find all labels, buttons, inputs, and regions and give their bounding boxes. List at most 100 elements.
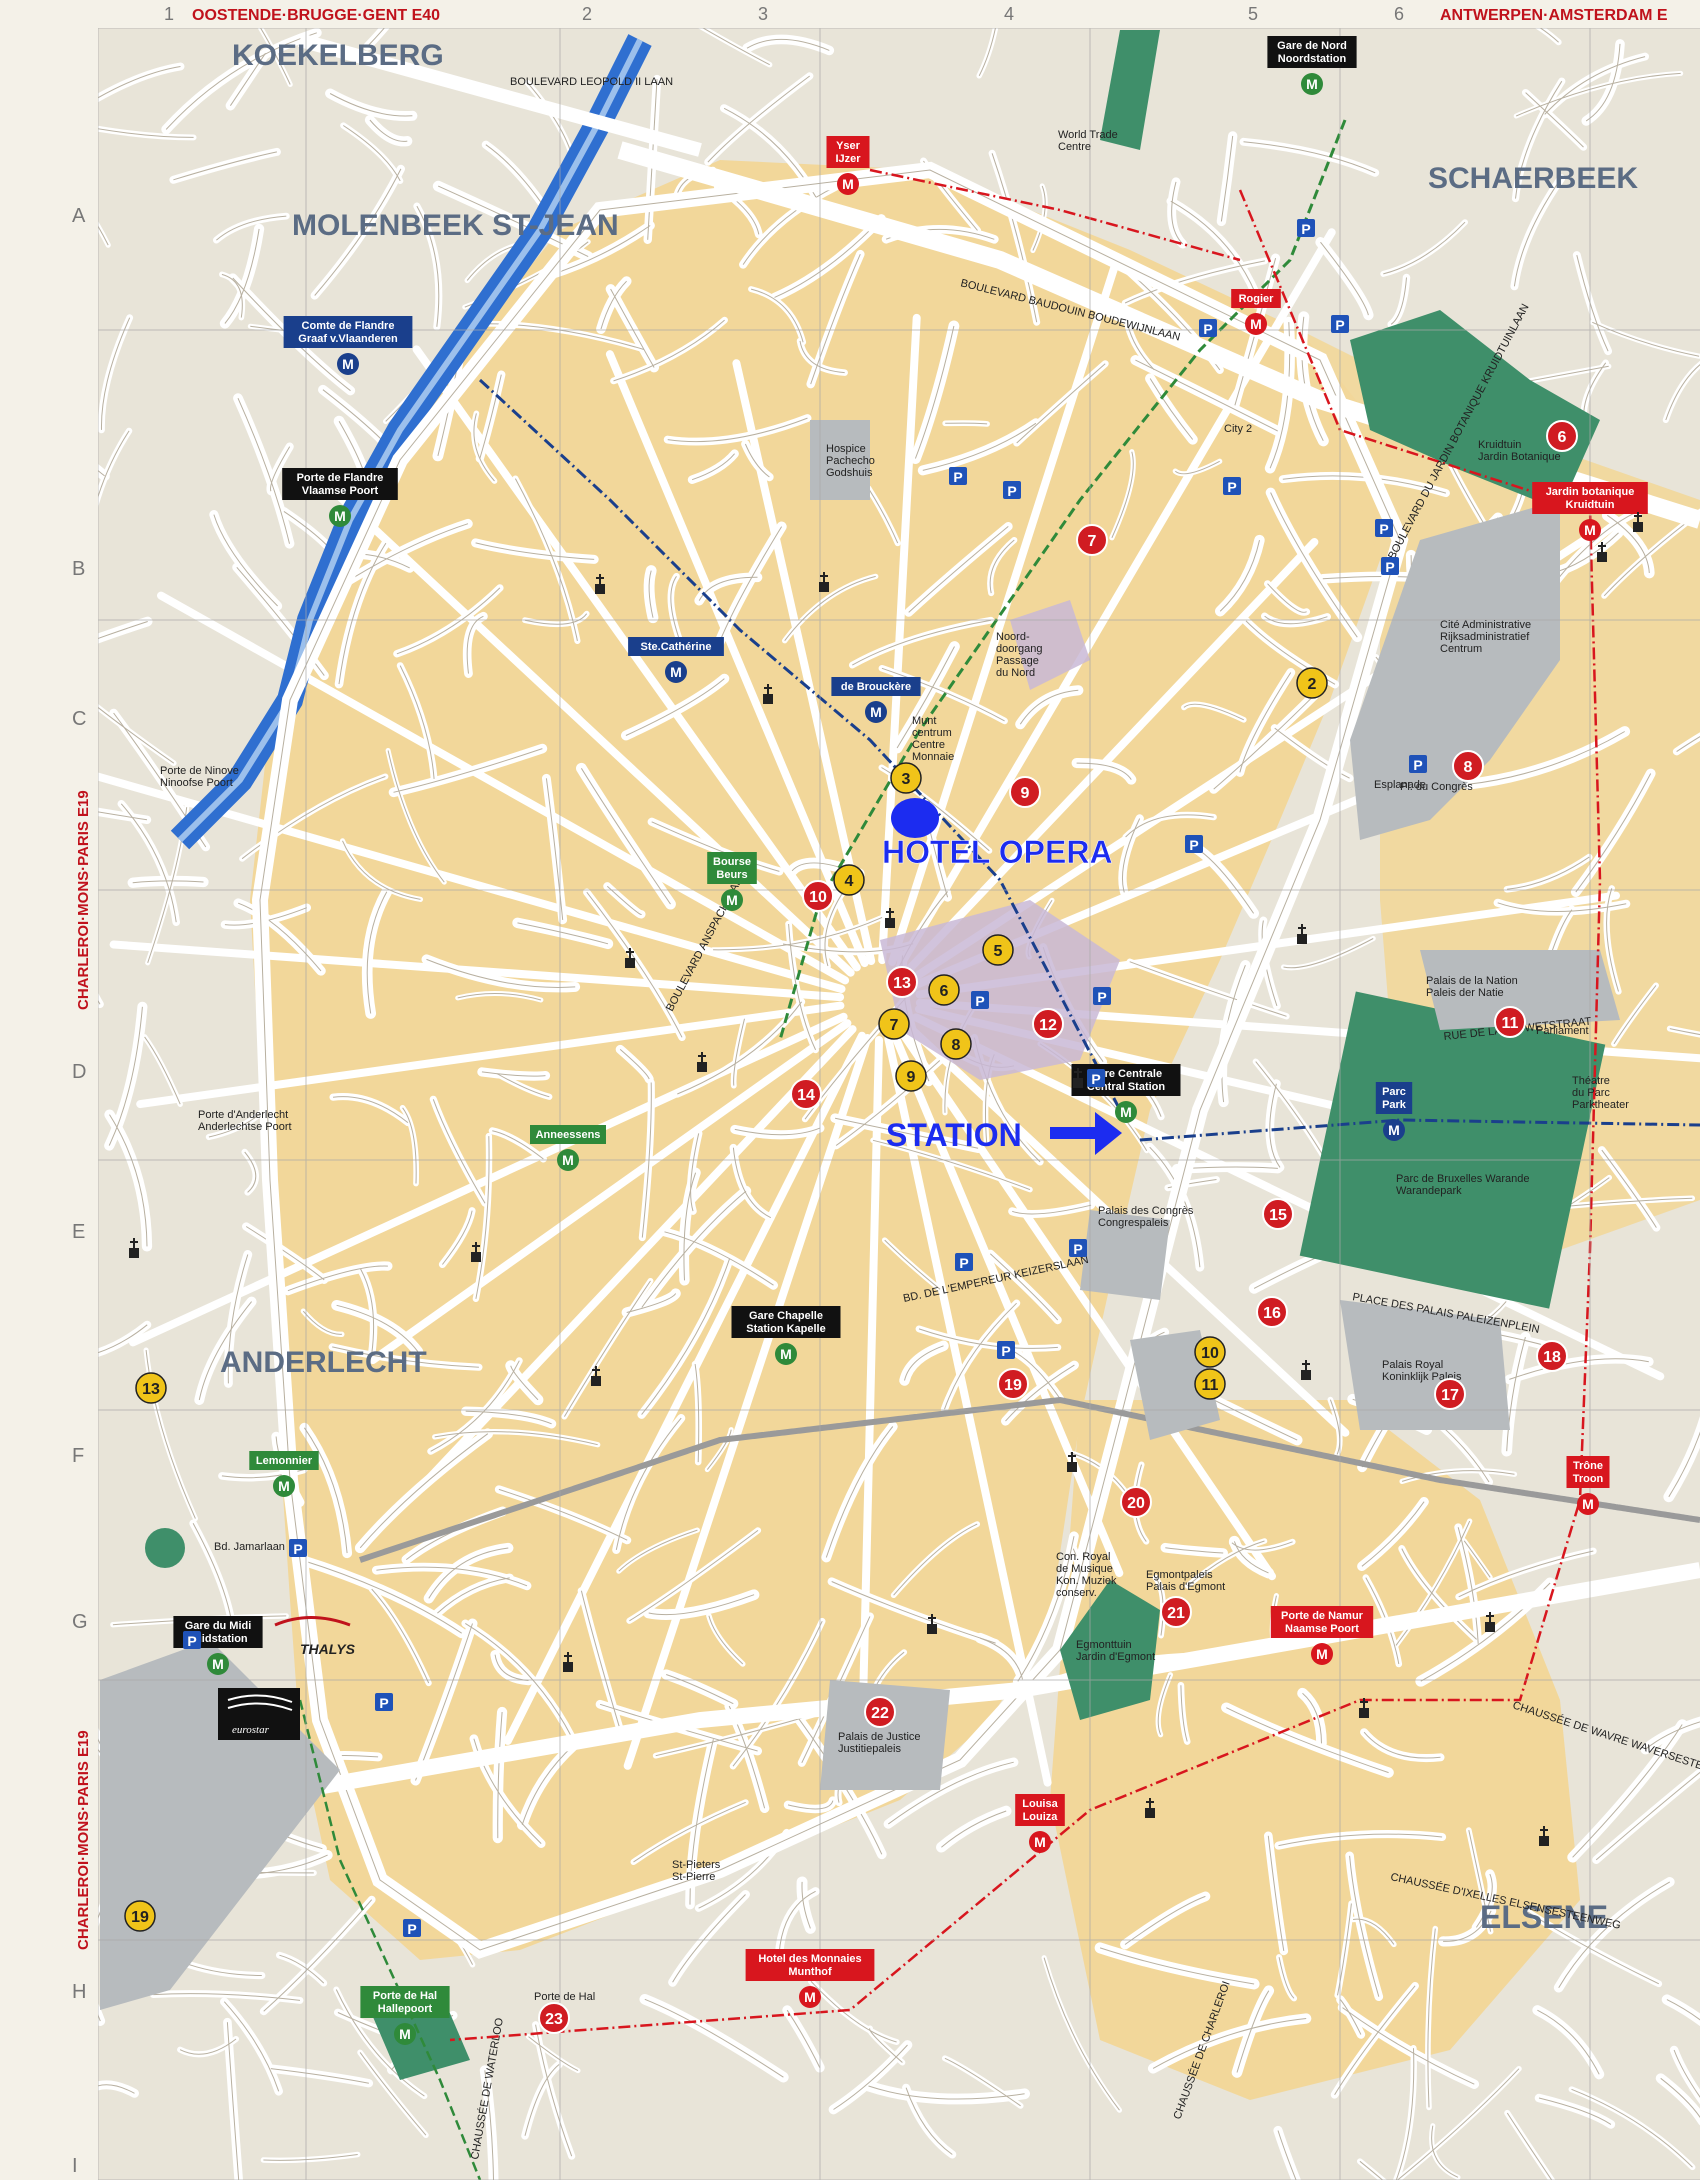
grid-col-label: 2 <box>582 4 592 24</box>
poi-red: 13 <box>886 966 918 998</box>
svg-text:M: M <box>212 1656 224 1672</box>
grid-row-label: F <box>72 1445 84 1467</box>
svg-text:P: P <box>1073 1241 1082 1257</box>
svg-text:11: 11 <box>1202 1377 1219 1394</box>
svg-text:P: P <box>953 469 962 485</box>
poi-yellow: 5 <box>982 934 1014 966</box>
svg-text:M: M <box>334 508 346 524</box>
svg-text:12: 12 <box>1039 1017 1057 1034</box>
svg-text:P: P <box>1379 521 1388 537</box>
church-icon <box>1539 1826 1549 1846</box>
svg-text:M: M <box>1316 1646 1328 1662</box>
svg-text:M: M <box>1388 1122 1400 1138</box>
svg-text:19: 19 <box>131 1909 149 1926</box>
edge-road-left-lower: CHARLEROI·MONS·PARIS E19 <box>75 1730 92 1950</box>
parking-icon: P <box>955 1253 973 1271</box>
svg-text:7: 7 <box>890 1017 899 1034</box>
svg-text:YserIJzer: Yser IJzer <box>835 140 861 165</box>
svg-text:M: M <box>1034 1834 1046 1850</box>
place-label-porte_hal: Porte de Hal <box>534 1991 595 2003</box>
svg-text:THALYS: THALYS <box>300 1641 356 1657</box>
poi-red: 22 <box>864 1696 896 1728</box>
svg-text:P: P <box>1007 483 1016 499</box>
svg-text:P: P <box>1091 1071 1100 1087</box>
svg-text:7: 7 <box>1088 533 1097 550</box>
grid-row-label: A <box>72 205 86 227</box>
svg-text:16: 16 <box>1263 1305 1281 1322</box>
place-label-koekelberg_rd: BOULEVARD LEOPOLD II LAAN <box>510 76 673 88</box>
svg-text:P: P <box>1203 321 1212 337</box>
place-label-st_pieters: St-Pieters St-Pierre <box>672 1859 721 1883</box>
svg-text:6: 6 <box>940 983 949 1000</box>
district-schaerbeek: SCHAERBEEK <box>1428 162 1638 195</box>
parking-icon: P <box>1199 319 1217 337</box>
district-molenbeek: MOLENBEEK ST-JEAN <box>292 209 619 242</box>
poi-yellow: 19 <box>124 1900 156 1932</box>
svg-text:20: 20 <box>1127 1495 1145 1512</box>
parking-icon: P <box>1409 755 1427 773</box>
svg-text:P: P <box>1301 221 1310 237</box>
poi-red: 20 <box>1120 1486 1152 1518</box>
svg-text:22: 22 <box>871 1705 889 1722</box>
church-icon <box>1633 512 1643 532</box>
svg-text:M: M <box>399 2026 411 2042</box>
svg-text:M: M <box>562 1152 574 1168</box>
svg-text:15: 15 <box>1269 1207 1287 1224</box>
svg-text:P: P <box>407 1921 416 1937</box>
svg-text:19: 19 <box>1004 1377 1022 1394</box>
svg-text:13: 13 <box>893 975 911 992</box>
parking-icon: P <box>1297 219 1315 237</box>
svg-text:2: 2 <box>1308 676 1317 693</box>
poi-red: 8 <box>1452 750 1484 782</box>
parking-icon: P <box>1375 519 1393 537</box>
svg-text:P: P <box>959 1255 968 1271</box>
svg-text:10: 10 <box>809 889 827 906</box>
svg-text:LouisaLouiza: Louisa Louiza <box>1022 1798 1058 1823</box>
parking-icon: P <box>1223 477 1241 495</box>
grid-row-label: I <box>72 2155 78 2177</box>
svg-text:M: M <box>1584 522 1596 538</box>
svg-text:P: P <box>975 993 984 1009</box>
station-label: STATION <box>886 1117 1022 1153</box>
poi-red: 9 <box>1009 776 1041 808</box>
svg-text:23: 23 <box>545 2011 563 2028</box>
svg-text:11: 11 <box>1502 1015 1519 1032</box>
poi-red: 10 <box>802 880 834 912</box>
city-map[interactable]: 123456 ABCDEFGHI OOSTENDE·BRUGGE·GENT E4… <box>0 0 1700 2180</box>
svg-text:P: P <box>1189 837 1198 853</box>
eurostar-logo: eurostar <box>218 1688 300 1740</box>
church-icon <box>471 1242 481 1262</box>
svg-text:P: P <box>379 1695 388 1711</box>
poi-red: 12 <box>1032 1008 1064 1040</box>
svg-text:M: M <box>1306 76 1318 92</box>
church-icon <box>563 1652 573 1672</box>
hotel-marker[interactable] <box>891 798 939 838</box>
parking-icon: P <box>183 1631 201 1649</box>
svg-text:13: 13 <box>142 1381 160 1398</box>
district-koekelberg: KOEKELBERG <box>232 39 444 72</box>
grid-col-label: 4 <box>1004 4 1014 24</box>
grid-col-label: 3 <box>758 4 768 24</box>
svg-text:14: 14 <box>797 1087 815 1104</box>
svg-text:6: 6 <box>1558 429 1567 446</box>
park-bd-midi <box>145 1528 185 1568</box>
grid-col-label: 1 <box>164 4 174 24</box>
parking-icon: P <box>1185 835 1203 853</box>
place-label-bvd_midi: Bd. Jamarlaan <box>214 1541 285 1553</box>
svg-text:M: M <box>1120 1104 1132 1120</box>
church-icon <box>1145 1798 1155 1818</box>
parking-icon: P <box>1087 1069 1105 1087</box>
svg-text:M: M <box>278 1478 290 1494</box>
poi-yellow: 11 <box>1194 1368 1226 1400</box>
svg-text:M: M <box>670 664 682 680</box>
svg-text:P: P <box>293 1541 302 1557</box>
district-anderlecht: ANDERLECHT <box>220 1346 427 1379</box>
poi-yellow: 2 <box>1296 667 1328 699</box>
church-icon <box>819 572 829 592</box>
church-icon <box>129 1238 139 1258</box>
svg-text:eurostar: eurostar <box>232 1724 270 1736</box>
grid-row-label: D <box>72 1061 86 1083</box>
parking-icon: P <box>403 1919 421 1937</box>
svg-text:9: 9 <box>1021 785 1030 802</box>
svg-text:17: 17 <box>1441 1387 1459 1404</box>
